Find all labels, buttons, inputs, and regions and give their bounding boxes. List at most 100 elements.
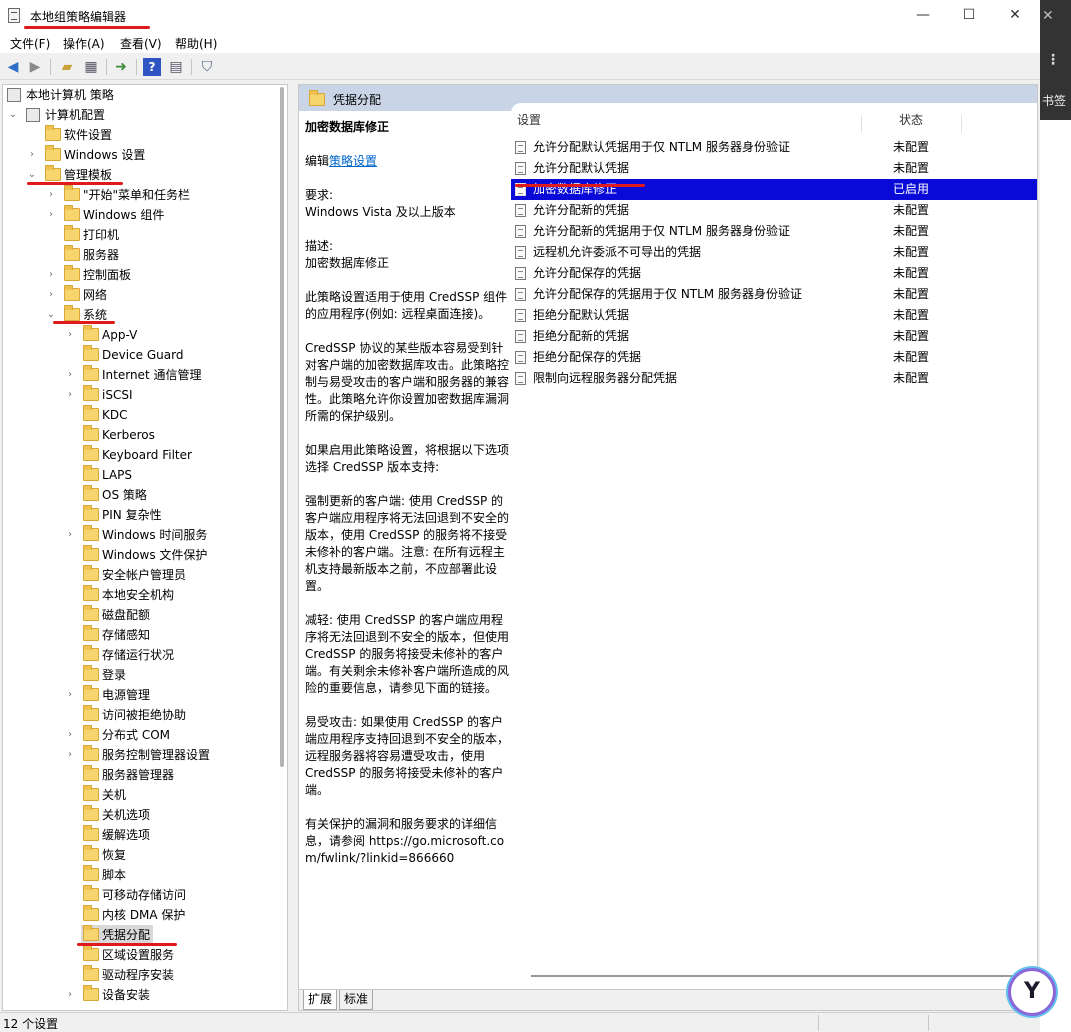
tree-node-system-child[interactable]: PIN 复杂性 [3, 505, 273, 525]
chevron-right-icon[interactable]: › [26, 145, 38, 165]
menu-file[interactable]: 文件(F) [10, 35, 50, 52]
column-header-state[interactable]: 状态 [899, 111, 923, 131]
column-header-setting[interactable]: 设置 [517, 111, 541, 131]
show-hide-tree-icon[interactable]: ▦ [82, 58, 100, 76]
chevron-right-icon[interactable]: › [45, 205, 57, 225]
tree-node-system-child[interactable]: › 分布式 COM [3, 725, 273, 745]
filter-icon[interactable]: ⛉ [198, 58, 216, 76]
tree-node-system-child[interactable]: 关机 [3, 785, 273, 805]
menu-action[interactable]: 操作(A) [63, 35, 105, 52]
tree-node-system-child[interactable]: 存储运行状况 [3, 645, 273, 665]
policy-row[interactable]: 拒绝分配默认凭据 未配置 [511, 305, 1037, 326]
tree-node-system-child[interactable]: 访问被拒绝协助 [3, 705, 273, 725]
tree-node-system-child[interactable]: Keyboard Filter [3, 445, 273, 465]
bookmark-label[interactable]: 书签 [1042, 92, 1066, 109]
tree-node-system-child[interactable]: 可移动存储访问 [3, 885, 273, 905]
tree-node-system-child[interactable]: › Internet 通信管理 [3, 365, 273, 385]
policy-row[interactable]: 拒绝分配新的凭据 未配置 [511, 326, 1037, 347]
list-horizontal-scrollbar[interactable] [531, 975, 1031, 977]
chevron-right-icon[interactable]: › [45, 285, 57, 305]
tree-node-local-computer-policy[interactable]: 本地计算机 策略 [3, 85, 273, 105]
tree-node-system-child[interactable]: 服务器管理器 [3, 765, 273, 785]
tab-extended[interactable]: 扩展 [303, 990, 338, 1010]
tree-node-system-child[interactable]: › 设备安装 [3, 985, 273, 1005]
tree-node-system-child[interactable]: › iSCSI [3, 385, 273, 405]
column-separator[interactable] [861, 115, 862, 133]
tree-node-system-child[interactable]: › 服务控制管理器设置 [3, 745, 273, 765]
tree-node-system-child[interactable]: Kerberos [3, 425, 273, 445]
tree-node-system-child[interactable]: OS 策略 [3, 485, 273, 505]
tree-node-system-child[interactable]: 登录 [3, 665, 273, 685]
tree-node-system-child[interactable]: 安全帐户管理员 [3, 565, 273, 585]
menu-view[interactable]: 查看(V) [120, 35, 162, 52]
minimize-button[interactable]: — [900, 0, 946, 32]
policy-row[interactable]: 允许分配新的凭据用于仅 NTLM 服务器身份验证 未配置 [511, 221, 1037, 242]
policy-row[interactable]: 远程机允许委派不可导出的凭据 未配置 [511, 242, 1037, 263]
tree-node-system-child[interactable]: 缓解选项 [3, 825, 273, 845]
tree-node-system-child[interactable]: › App-V [3, 325, 273, 345]
tree-node-computer-config[interactable]: ⌄ 计算机配置 [3, 105, 273, 125]
tree-node-system[interactable]: ⌄ 系统 [3, 305, 273, 325]
chevron-right-icon[interactable]: › [64, 365, 76, 385]
up-folder-icon[interactable]: ▰ [58, 58, 76, 76]
tree-node-system-child[interactable]: 存储感知 [3, 625, 273, 645]
tree-node-network[interactable]: › 网络 [3, 285, 273, 305]
tree-node-system-child[interactable]: 关机选项 [3, 805, 273, 825]
properties-icon[interactable]: ▤ [167, 58, 185, 76]
forward-icon[interactable]: ▶ [26, 58, 44, 76]
column-separator[interactable] [961, 115, 962, 133]
tree-node-system-child[interactable]: 磁盘配额 [3, 605, 273, 625]
policy-row[interactable]: 允许分配默认凭据用于仅 NTLM 服务器身份验证 未配置 [511, 137, 1037, 158]
tree-node-system-child[interactable]: 脚本 [3, 865, 273, 885]
tree-scrollbar[interactable] [277, 85, 287, 1010]
chevron-right-icon[interactable]: › [64, 685, 76, 705]
tree-node-control-panel[interactable]: › 控制面板 [3, 265, 273, 285]
menu-help[interactable]: 帮助(H) [175, 35, 217, 52]
tree-node-software-settings[interactable]: 软件设置 [3, 125, 273, 145]
tree-node-windows-settings[interactable]: › Windows 设置 [3, 145, 273, 165]
more-options-icon[interactable]: ⋮ [1046, 52, 1060, 68]
tree-node-system-child[interactable]: 本地安全机构 [3, 585, 273, 605]
chevron-right-icon[interactable]: › [64, 725, 76, 745]
help-icon[interactable]: ? [143, 58, 161, 76]
chevron-down-icon[interactable]: ⌄ [7, 105, 19, 125]
tree-node-printers[interactable]: 打印机 [3, 225, 273, 245]
tree-node-system-child[interactable]: › Windows 时间服务 [3, 525, 273, 545]
tree-node-system-child[interactable]: 内核 DMA 保护 [3, 905, 273, 925]
close-button[interactable]: ✕ [992, 0, 1038, 32]
policy-row[interactable]: 允许分配保存的凭据 未配置 [511, 263, 1037, 284]
policy-row[interactable]: 限制向远程服务器分配凭据 未配置 [511, 368, 1037, 389]
chevron-right-icon[interactable]: › [64, 985, 76, 1005]
chevron-right-icon[interactable]: › [45, 265, 57, 285]
tree-node-system-child[interactable]: KDC [3, 405, 273, 425]
tree-node-servers[interactable]: 服务器 [3, 245, 273, 265]
policy-row[interactable]: 加密数据库修正 已启用 [511, 179, 1037, 200]
maximize-button[interactable]: ☐ [946, 0, 992, 32]
tree-node-system-child[interactable]: Device Guard [3, 345, 273, 365]
chevron-right-icon[interactable]: › [64, 325, 76, 345]
folder-icon [309, 90, 325, 106]
chevron-right-icon[interactable]: › [45, 185, 57, 205]
tree-node-system-child[interactable]: 凭据分配 [3, 925, 273, 945]
tree-node-system-child[interactable]: 区域设置服务 [3, 945, 273, 965]
tree-node-system-child[interactable]: 恢复 [3, 845, 273, 865]
tree-scroll-thumb[interactable] [280, 87, 284, 767]
chevron-right-icon[interactable]: › [64, 385, 76, 405]
tree-node-system-child[interactable]: › 电源管理 [3, 685, 273, 705]
back-icon[interactable]: ◀ [4, 58, 22, 76]
policy-row[interactable]: 拒绝分配保存的凭据 未配置 [511, 347, 1037, 368]
edit-policy-link[interactable]: 策略设置 [329, 154, 377, 168]
tree-node-system-child[interactable]: LAPS [3, 465, 273, 485]
policy-row[interactable]: 允许分配默认凭据 未配置 [511, 158, 1037, 179]
policy-row[interactable]: 允许分配新的凭据 未配置 [511, 200, 1037, 221]
tree-node-system-child[interactable]: 驱动程序安装 [3, 965, 273, 985]
tab-standard[interactable]: 标准 [339, 990, 374, 1010]
policy-row[interactable]: 允许分配保存的凭据用于仅 NTLM 服务器身份验证 未配置 [511, 284, 1037, 305]
export-list-icon[interactable]: ➜ [112, 58, 130, 76]
close-icon[interactable]: ✕ [1042, 8, 1054, 24]
tree-node-system-child[interactable]: Windows 文件保护 [3, 545, 273, 565]
tree-node-windows-components[interactable]: › Windows 组件 [3, 205, 273, 225]
tree-node-start-menu[interactable]: › "开始"菜单和任务栏 [3, 185, 273, 205]
chevron-right-icon[interactable]: › [64, 745, 76, 765]
chevron-right-icon[interactable]: › [64, 525, 76, 545]
